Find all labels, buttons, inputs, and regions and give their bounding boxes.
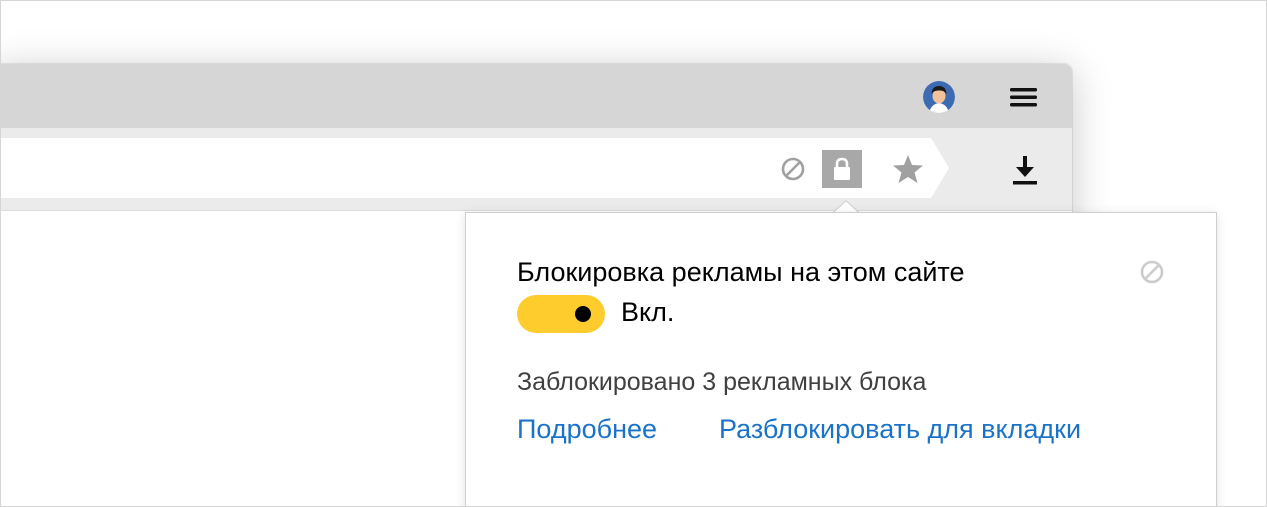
hamburger-menu-icon[interactable]	[1009, 85, 1039, 109]
unblock-for-tab-link[interactable]: Разблокировать для вкладки	[719, 414, 1081, 445]
title-bar	[1, 64, 1072, 128]
address-bar[interactable]	[1, 138, 951, 198]
blocked-count-text: Заблокировано 3 рекламных блока	[517, 368, 927, 396]
toggle-label: Вкл.	[621, 297, 675, 327]
download-icon[interactable]	[1010, 154, 1040, 186]
ad-block-icon	[1139, 259, 1165, 285]
ad-block-icon[interactable]	[780, 156, 806, 182]
ad-block-toggle[interactable]	[517, 295, 605, 333]
toggle-knob	[575, 306, 591, 322]
learn-more-link[interactable]: Подробнее	[517, 414, 657, 445]
star-icon[interactable]	[891, 153, 925, 185]
lock-icon[interactable]	[822, 150, 862, 188]
screenshot-frame: Блокировка рекламы на этом сайте Вкл. За…	[0, 0, 1267, 507]
popup-title: Блокировка рекламы на этом сайте	[517, 257, 965, 287]
ad-block-popup: Блокировка рекламы на этом сайте Вкл. За…	[465, 212, 1217, 506]
toolbar	[1, 128, 1072, 211]
user-avatar-icon[interactable]	[923, 81, 955, 113]
